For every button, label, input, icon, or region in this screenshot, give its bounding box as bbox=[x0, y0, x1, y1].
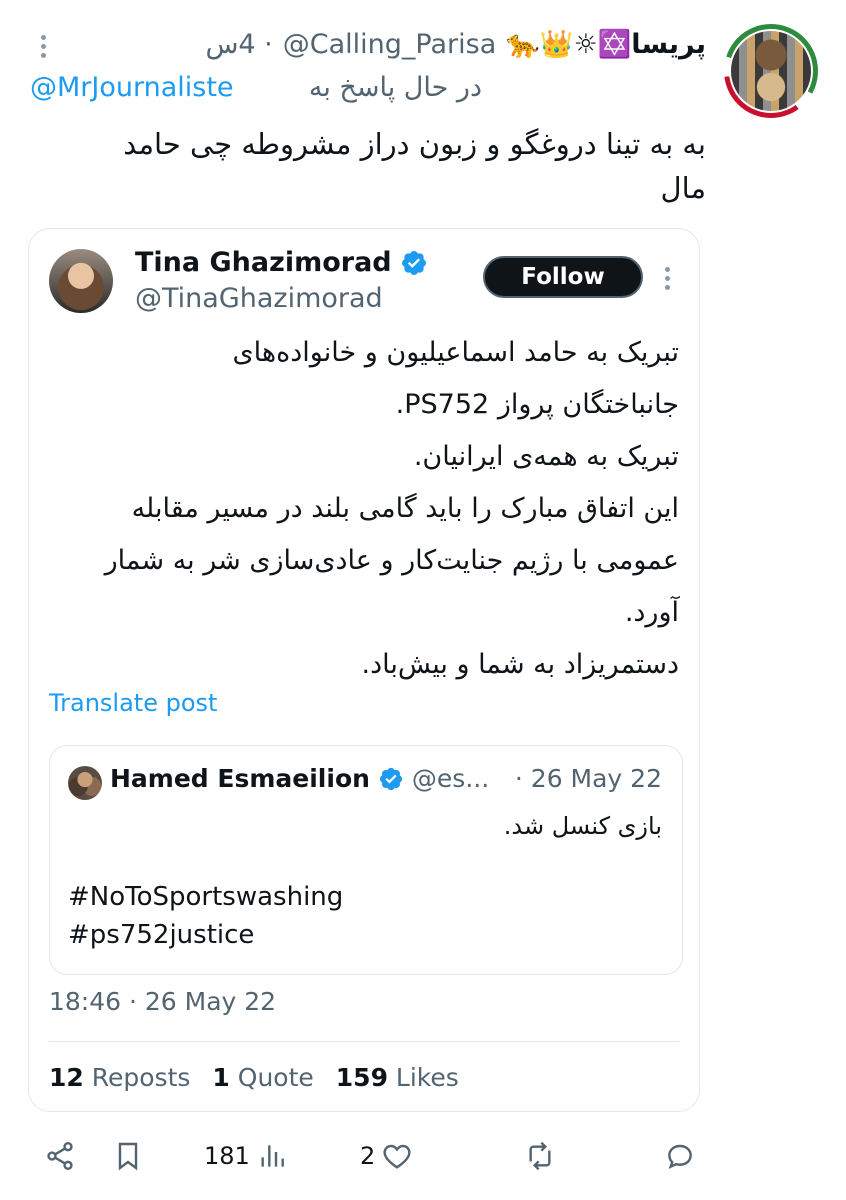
quoted-name-row: Tina Ghazimorad bbox=[135, 247, 428, 278]
quoted-timestamp[interactable]: 18:46 · 26 May 22 bbox=[49, 987, 276, 1016]
post-timestamp[interactable]: · 4س bbox=[205, 29, 272, 60]
follow-button[interactable]: Follow bbox=[483, 256, 643, 298]
quoted-avatar[interactable] bbox=[49, 249, 113, 313]
quoted-text-line: آورد. bbox=[624, 597, 679, 628]
reply-to-mention[interactable]: @MrJournaliste bbox=[30, 72, 234, 103]
like-button[interactable]: 2 bbox=[360, 1134, 413, 1178]
reposts-count: 12 bbox=[49, 1063, 84, 1092]
user-handle[interactable]: @Calling_Parisa bbox=[283, 29, 496, 60]
share-button[interactable] bbox=[44, 1134, 76, 1178]
verified-badge-icon bbox=[379, 767, 403, 790]
quoted-post-card[interactable]: Tina Ghazimorad @TinaGhazimorad Follow ت… bbox=[28, 228, 700, 1112]
quoted-text-line: دستمریزاد به شما و بیش‌باد. bbox=[361, 649, 680, 680]
reply-header: پریسا✡️☼👑🐆 @Calling_Parisa · 4س bbox=[205, 26, 706, 62]
quoted-post-text: تبریک به حامد اسماعیلیون و خانواده‌های ج… bbox=[59, 327, 679, 691]
quoted-text-line: جانباختگان پرواز PS752. bbox=[395, 389, 679, 420]
likes-label: Likes bbox=[395, 1063, 459, 1092]
verified-badge-icon bbox=[401, 250, 426, 275]
quotes-label: Quote bbox=[237, 1063, 314, 1092]
quoted-handle[interactable]: @TinaGhazimorad bbox=[135, 283, 383, 314]
reply-button[interactable] bbox=[664, 1134, 696, 1178]
views-count: 181 bbox=[204, 1142, 250, 1170]
nested-header: Hamed Esmaeilion @es... bbox=[110, 764, 489, 793]
engagement-stats: 12 Reposts 1 Quote 159 Likes bbox=[49, 1063, 459, 1092]
bookmark-button[interactable] bbox=[112, 1134, 144, 1178]
quoted-text-line: تبریک به حامد اسماعیلیون و خانواده‌های bbox=[232, 337, 679, 368]
repost-icon bbox=[529, 1141, 551, 1171]
post-text: به به تینا دروغگو و زبون دراز مشروطه چی … bbox=[123, 127, 706, 205]
bookmark-icon bbox=[118, 1142, 138, 1171]
more-options-icon[interactable] bbox=[28, 28, 58, 64]
quoted-more-icon[interactable] bbox=[657, 263, 677, 293]
nested-handle[interactable]: @es... bbox=[412, 764, 489, 793]
nested-avatar[interactable] bbox=[68, 766, 102, 800]
share-icon bbox=[47, 1142, 73, 1170]
hashtag-link[interactable]: #ps752justice bbox=[68, 920, 254, 950]
translate-post-link[interactable]: Translate post bbox=[49, 689, 217, 717]
nested-display-name[interactable]: Hamed Esmaeilion bbox=[110, 764, 370, 793]
quoted-text-line: این اتفاق مبارک را باید گامی بلند در مسی… bbox=[131, 493, 679, 524]
hashtag-link[interactable]: #NoToSportswashing bbox=[68, 882, 343, 912]
avatar[interactable] bbox=[724, 24, 818, 118]
views-icon bbox=[261, 1145, 284, 1167]
reposts-label: Reposts bbox=[91, 1063, 191, 1092]
quoted-text-line: تبریک به همه‌ی ایرانیان. bbox=[413, 441, 679, 472]
quoted-text-line: عمومی با رژیم جنایت‌کار و عادی‌سازی شر ب… bbox=[104, 545, 679, 576]
reply-icon bbox=[668, 1144, 692, 1169]
quotes-count: 1 bbox=[212, 1063, 230, 1092]
nested-quote-card[interactable]: Hamed Esmaeilion @es... · 26 May 22 بازی… bbox=[49, 745, 683, 975]
repost-button[interactable] bbox=[524, 1134, 556, 1178]
divider bbox=[49, 1041, 679, 1042]
nested-date: · 26 May 22 bbox=[514, 764, 662, 793]
nested-post-text: بازی کنسل شد. bbox=[503, 812, 662, 840]
quotes-stat[interactable]: 1 Quote bbox=[212, 1063, 313, 1092]
reposts-stat[interactable]: 12 Reposts bbox=[49, 1063, 190, 1092]
reply-to-label: در حال پاسخ به bbox=[308, 72, 482, 103]
heart-icon bbox=[383, 1144, 411, 1169]
likes-stat[interactable]: 159 Likes bbox=[336, 1063, 459, 1092]
likes-count: 159 bbox=[335, 1063, 388, 1092]
display-name[interactable]: پریسا✡️☼👑🐆 bbox=[506, 28, 706, 60]
like-count: 2 bbox=[360, 1142, 376, 1170]
views-button[interactable]: 181 bbox=[204, 1134, 288, 1178]
quoted-display-name[interactable]: Tina Ghazimorad bbox=[135, 247, 392, 278]
